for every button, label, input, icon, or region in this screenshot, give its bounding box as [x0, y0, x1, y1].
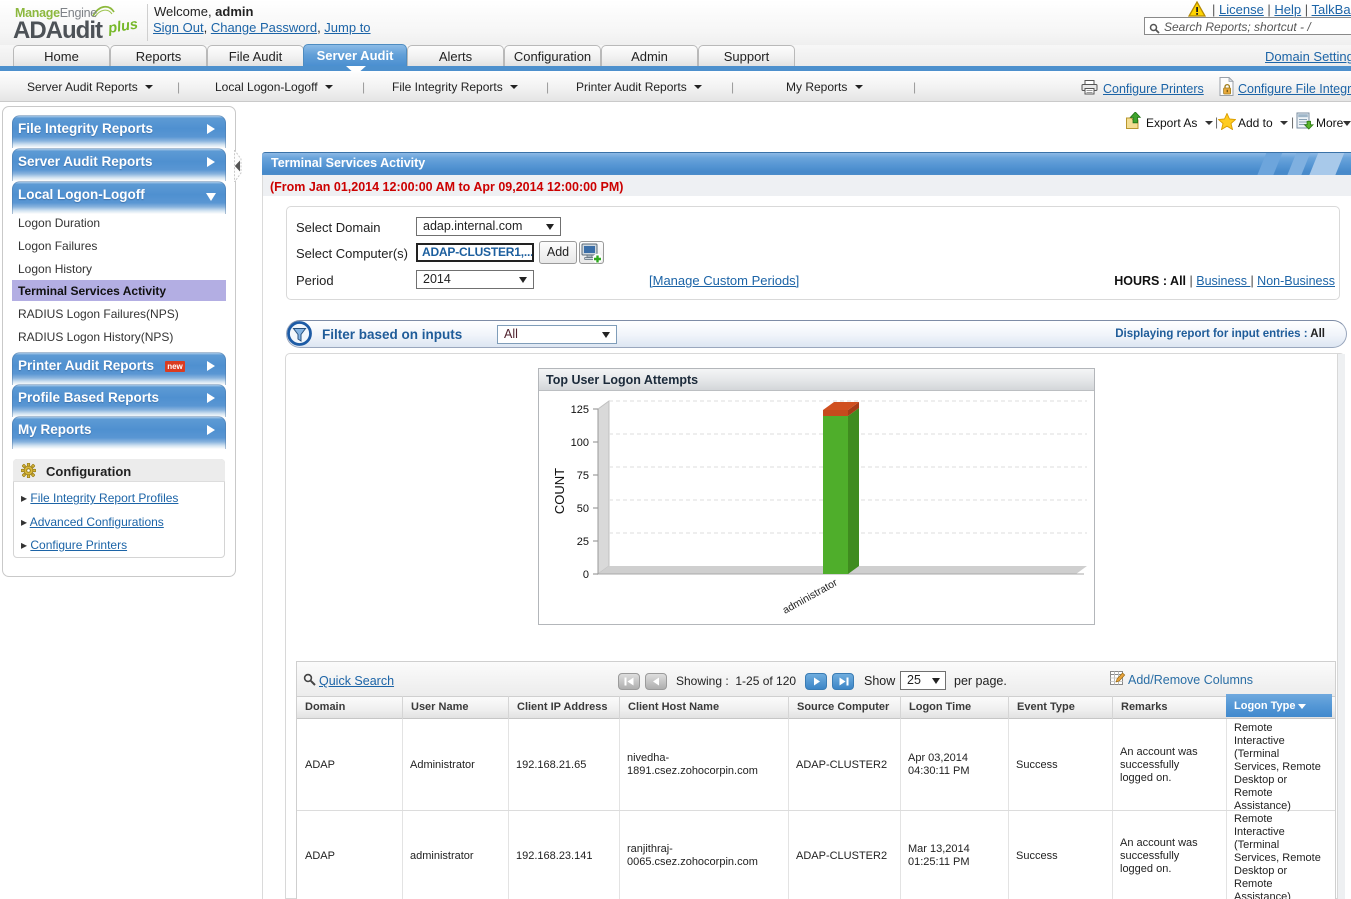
svg-text:0: 0 [583, 569, 589, 581]
svg-text:ADAudit: ADAudit [13, 17, 103, 44]
svg-text:125: 125 [571, 404, 589, 416]
svg-text:COUNT: COUNT [552, 468, 567, 514]
svg-text:100: 100 [571, 437, 589, 449]
svg-text:plus: plus [106, 16, 139, 37]
svg-text:administrator: administrator [781, 576, 840, 616]
svg-text:50: 50 [577, 503, 589, 515]
svg-text:25: 25 [577, 536, 589, 548]
svg-text:75: 75 [577, 470, 589, 482]
